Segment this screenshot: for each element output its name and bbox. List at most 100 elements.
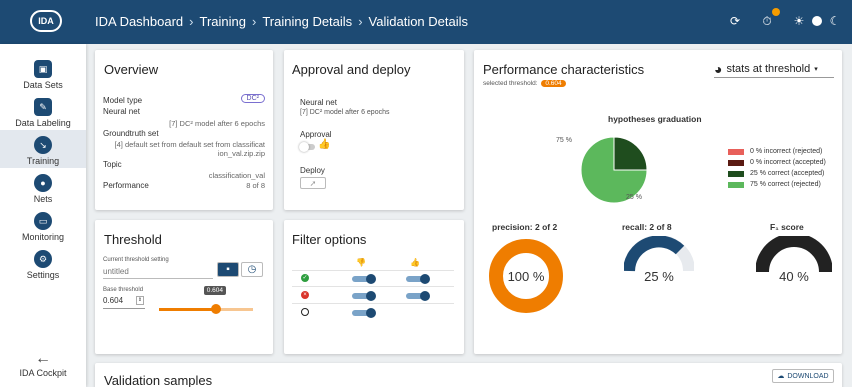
toggle-knob: [366, 308, 376, 318]
timer-icon[interactable]: ⏱: [758, 8, 780, 30]
top-bar: IDA IDA Dashboard › Training › Training …: [0, 0, 852, 44]
refresh-icon[interactable]: ⟳: [726, 12, 744, 30]
performance-label: Performance: [103, 181, 149, 190]
slider-thumb[interactable]: [210, 304, 221, 314]
pie-label-25: 25 %: [626, 194, 642, 201]
monitor-icon: ▭: [34, 212, 52, 230]
filter-correct-accepted-toggle[interactable]: [406, 274, 430, 284]
pie-title: hypotheses graduation: [608, 114, 702, 124]
download-label: DOWNLOAD: [787, 372, 829, 380]
hypotheses-pie-chart: [580, 136, 648, 204]
deploy-label: Deploy: [300, 166, 325, 175]
base-threshold-value: 0.604: [103, 296, 124, 305]
legend-label: 0 % incorrect (rejected): [750, 148, 823, 155]
notification-badge: [772, 8, 780, 16]
check-circle-icon: ✓: [301, 274, 309, 282]
topic-value: classification_val: [208, 171, 265, 180]
ida-cockpit-link[interactable]: ← IDA Cockpit: [0, 350, 86, 378]
validation-samples-title: Validation samples: [104, 373, 213, 387]
sidebar-item-data-sets[interactable]: ▣ Data Sets: [0, 54, 86, 92]
sun-icon: ☀: [793, 14, 805, 28]
performance-card: Performance characteristics selected thr…: [474, 50, 842, 354]
filter-options-card: Filter options 👎 👍 ✓ ×: [284, 220, 464, 354]
overview-card: Overview Model type DC² Neural net [7] D…: [95, 50, 273, 210]
sidebar-item-monitoring[interactable]: ▭ Monitoring: [0, 206, 86, 244]
selected-threshold-badge: 0.604: [541, 80, 566, 87]
breadcrumb-training[interactable]: Training: [200, 14, 246, 29]
legend-swatch: [728, 148, 744, 155]
f1-arc: [756, 236, 832, 273]
approval-toggle[interactable]: [299, 142, 315, 152]
save-icon: ▪: [226, 264, 230, 275]
sidebar-item-label: Data Labeling: [15, 118, 71, 128]
slider-fill: [159, 308, 216, 311]
model-type-label: Model type: [103, 96, 143, 105]
sidebar-item-label: Monitoring: [21, 232, 65, 242]
legend-label: 0 % incorrect (accepted): [750, 159, 826, 166]
legend-label: 25 % correct (accepted): [750, 170, 825, 177]
approval-label: Approval: [300, 130, 332, 139]
precision-title: precision: 2 of 2: [492, 222, 558, 232]
approval-deploy-card: Approval and deploy Neural net [7] DC² m…: [284, 50, 464, 210]
theme-toggle[interactable]: ☀ ☾: [790, 12, 844, 30]
threshold-card: Threshold Current threshold setting ▪ ◷ …: [95, 220, 273, 354]
sidebar-item-nets[interactable]: ● Nets: [0, 168, 86, 206]
current-threshold-label: Current threshold setting: [103, 257, 169, 263]
slider-tooltip: 0.604: [203, 286, 227, 295]
sidebar: ▣ Data Sets ✎ Data Labeling ↘ Training ●…: [0, 44, 86, 387]
chevron-right-icon: ›: [358, 14, 363, 29]
sidebar-item-label: Data Sets: [23, 80, 63, 90]
neural-net-value[interactable]: [7] DC² model after 6 epochs: [105, 119, 265, 128]
pie-label-75: 75 %: [556, 137, 572, 144]
legend-item: 75 % correct (rejected): [728, 181, 821, 188]
stats-dropdown[interactable]: ◕ stats at threshold ▾: [714, 60, 834, 78]
moon-icon: ☾: [829, 14, 841, 28]
deploy-button[interactable]: ➚: [300, 177, 326, 189]
divider: [292, 303, 454, 304]
sidebar-item-training[interactable]: ↘ Training: [0, 130, 86, 168]
toggle-knob: [299, 142, 309, 152]
database-icon: ▣: [34, 60, 52, 78]
performance-value: 8 of 8: [246, 181, 265, 190]
x-circle-icon: ×: [301, 291, 309, 299]
chevron-right-icon: ›: [189, 14, 194, 29]
overview-title: Overview: [104, 62, 159, 77]
threshold-name-input[interactable]: [103, 265, 213, 279]
model-type-badge: DC²: [240, 94, 265, 103]
download-button[interactable]: ☁ DOWNLOAD: [772, 369, 834, 383]
f1-title: F₁ score: [770, 222, 804, 232]
rocket-icon: ➚: [309, 178, 317, 188]
threshold-history-button[interactable]: ◷: [241, 262, 263, 277]
pie-slice-3[interactable]: [613, 136, 648, 171]
approval-neural-net-value: [7] DC² model after 6 epochs: [300, 109, 390, 116]
toggle-knob: [420, 291, 430, 301]
sidebar-item-label: Settings: [26, 270, 60, 280]
toggle-knob: [366, 274, 376, 284]
stepper-icon[interactable]: ⇕: [136, 296, 144, 305]
breadcrumb-training-details[interactable]: Training Details: [262, 14, 352, 29]
breadcrumb: IDA Dashboard › Training › Training Deta…: [95, 14, 468, 29]
save-threshold-button[interactable]: ▪: [217, 262, 239, 277]
approval-deploy-title: Approval and deploy: [292, 62, 411, 77]
filter-correct-rejected-toggle[interactable]: [352, 274, 376, 284]
legend-item: 0 % incorrect (rejected): [728, 148, 822, 155]
toggle-knob: [366, 291, 376, 301]
threshold-slider[interactable]: 0.604: [159, 286, 253, 314]
breadcrumb-dashboard[interactable]: IDA Dashboard: [95, 14, 183, 29]
filter-incorrect-rejected-toggle[interactable]: [352, 291, 376, 301]
cockpit-label: IDA Cockpit: [19, 368, 67, 378]
filter-unknown-toggle[interactable]: [352, 308, 376, 318]
sidebar-item-label: Training: [26, 156, 60, 166]
training-icon: ↘: [34, 136, 52, 154]
legend-swatch: [728, 159, 744, 166]
f1-value: 40 %: [779, 269, 809, 284]
legend-swatch: [728, 170, 744, 177]
filter-incorrect-accepted-toggle[interactable]: [406, 291, 430, 301]
label-icon: ✎: [34, 98, 52, 116]
sidebar-item-settings[interactable]: ⚙ Settings: [0, 244, 86, 282]
sidebar-item-data-labeling[interactable]: ✎ Data Labeling: [0, 92, 86, 130]
sidebar-item-label: Nets: [33, 194, 53, 204]
ida-logo[interactable]: IDA: [30, 10, 62, 32]
legend-swatch: [728, 181, 744, 188]
groundtruth-value[interactable]: [4] default set from default set from cl…: [105, 140, 265, 158]
